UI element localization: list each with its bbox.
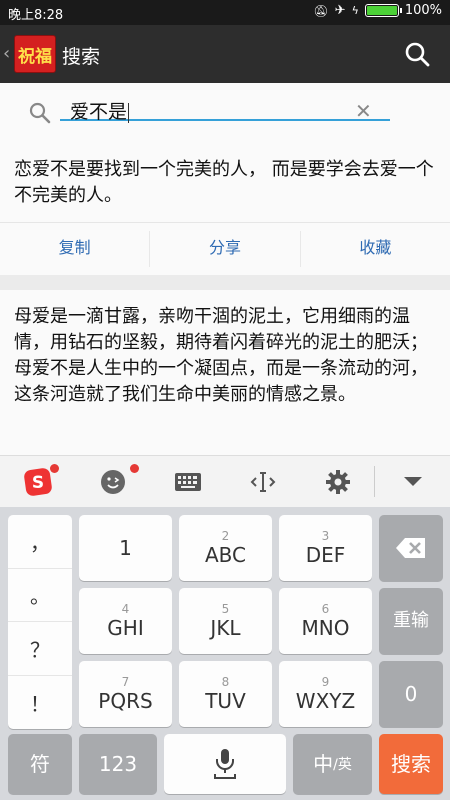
key-abc[interactable]: 2 ABC [179, 515, 272, 581]
language-switch-key[interactable]: 中 /英 [293, 734, 372, 794]
reenter-key[interactable]: 重输 [379, 588, 443, 654]
key-ghi[interactable]: 4 GHI [79, 588, 172, 654]
favorite-button[interactable]: 收藏 [301, 223, 450, 275]
key-number: 8 [221, 674, 230, 689]
key-label: 0 [404, 682, 418, 706]
key-label: 1 [119, 536, 132, 560]
emoji-button[interactable] [75, 456, 150, 507]
battery-fill [366, 6, 397, 15]
key-label-alt: /英 [333, 757, 352, 773]
key-number: 4 [121, 601, 130, 616]
key-1[interactable]: 1 [79, 515, 172, 581]
key-jkl[interactable]: 5 JKL [179, 588, 272, 654]
app-logo[interactable]: 祝福 [14, 35, 56, 73]
ime-logo-button[interactable]: S [0, 456, 75, 507]
app-bar: ‹ 祝福 搜索 [0, 25, 450, 83]
key-def[interactable]: 3 DEF [279, 515, 372, 581]
charging-icon: ϟ [351, 4, 359, 17]
search-input[interactable]: 爱不是 [60, 95, 390, 123]
key-wxyz[interactable]: 9 WXYZ [279, 661, 372, 727]
key-tuv[interactable]: 8 TUV [179, 661, 272, 727]
keyboard-switch-button[interactable] [150, 456, 225, 507]
gear-icon [325, 469, 350, 494]
share-button[interactable]: 分享 [150, 223, 299, 275]
key-label: ABC [204, 542, 246, 567]
search-query: 爱不是 [70, 101, 128, 123]
result-text: 恋爱不是要找到一个完美的人， 而是要学会去爱一个不完美的人。 [14, 159, 434, 206]
svg-text:S: S [31, 473, 43, 493]
key-label: 符 [30, 752, 50, 776]
key-label: PQRS [98, 688, 153, 713]
settings-button[interactable] [300, 456, 375, 507]
key-label: GHI [107, 615, 144, 640]
sogou-logo-icon: S [23, 467, 52, 496]
space-key[interactable] [164, 734, 286, 794]
symbol-key[interactable]: 符 [8, 734, 72, 794]
result-actions: 复制 分享 收藏 [0, 222, 450, 275]
microphone-icon [214, 749, 236, 779]
key-label: 搜索 [391, 752, 431, 776]
number-mode-key[interactable]: 123 [79, 734, 157, 794]
key-number: 3 [321, 528, 330, 543]
punctuation-column: ， 。 ？ ！ [8, 515, 72, 729]
key-label: 123 [98, 752, 138, 776]
key-label: MNO [301, 615, 350, 640]
key-number: 9 [321, 674, 330, 689]
cursor-edit-button[interactable] [225, 456, 300, 507]
clear-icon[interactable]: ✕ [355, 99, 372, 123]
search-bar: 爱不是 ✕ [0, 83, 450, 145]
punctuation-key[interactable]: 。 [8, 569, 72, 622]
key-label: TUV [205, 688, 246, 713]
airplane-icon: ✈ [334, 3, 346, 18]
punctuation-key[interactable]: ， [8, 515, 72, 569]
page-title: 搜索 [62, 46, 101, 68]
search-icon[interactable] [404, 41, 430, 67]
result-text: 母爱是一滴甘露，亲吻干涸的泥土，它用细雨的温情，用钻石的坚毅，期待着闪着碎光的泥… [14, 306, 428, 405]
copy-button[interactable]: 复制 [0, 223, 149, 275]
battery-icon [364, 4, 402, 17]
search-key[interactable]: 搜索 [379, 734, 443, 794]
mute-icon: 🔕︎ [313, 3, 329, 18]
keyboard-toolbar: S [0, 455, 450, 507]
key-pqrs[interactable]: 7 PQRS [79, 661, 172, 727]
key-number: 7 [121, 674, 130, 689]
notification-dot [50, 464, 59, 473]
backspace-key[interactable] [379, 515, 443, 581]
punctuation-key[interactable]: ？ [8, 622, 72, 676]
key-label: 重输 [393, 610, 429, 631]
status-icons: 🔕︎ ✈ ϟ 100% [313, 3, 442, 18]
key-number: 6 [321, 601, 330, 616]
emoji-icon [100, 469, 125, 494]
key-label: DEF [305, 542, 346, 567]
key-label: WXYZ [295, 688, 356, 713]
cursor-move-icon [250, 471, 275, 492]
chevron-down-icon [403, 476, 422, 486]
text-caret [128, 102, 130, 123]
key-number: 5 [221, 601, 230, 616]
keyboard: ， 。 ？ ！ 1 2 ABC 3 DEF 4 GHI 5 JKL 6 MNO … [0, 507, 450, 800]
notification-dot [130, 464, 139, 473]
key-mno[interactable]: 6 MNO [279, 588, 372, 654]
key-zero[interactable]: 0 [379, 661, 443, 727]
status-bar: 晚上8:28 🔕︎ ✈ ϟ 100% [0, 0, 450, 25]
result-card: 母爱是一滴甘露，亲吻干涸的泥土，它用细雨的温情，用钻石的坚毅，期待着闪着碎光的泥… [0, 290, 450, 455]
hide-keyboard-button[interactable] [375, 456, 450, 507]
keyboard-icon [174, 472, 201, 491]
back-arrow-icon[interactable]: ‹ [3, 43, 10, 64]
key-label: JKL [210, 615, 241, 640]
key-number: 2 [221, 528, 230, 543]
backspace-icon [396, 538, 425, 558]
key-label: 中 [313, 752, 334, 776]
status-time: 晚上8:28 [8, 8, 64, 23]
search-field-icon [29, 102, 51, 124]
battery-percent: 100% [404, 3, 442, 18]
punctuation-key[interactable]: ！ [8, 676, 72, 730]
